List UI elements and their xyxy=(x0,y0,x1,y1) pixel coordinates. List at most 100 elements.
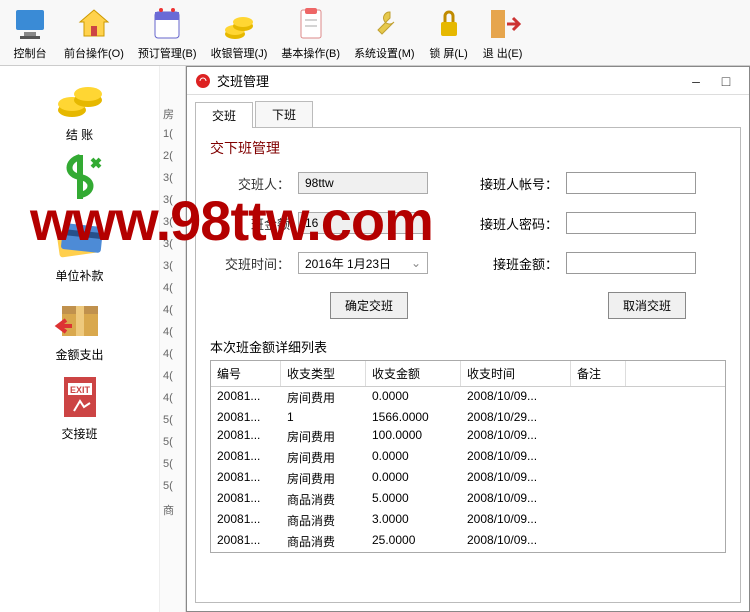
ruler-mark: 5( xyxy=(160,480,185,502)
ruler-mark: 3( xyxy=(160,194,185,216)
table-row[interactable]: 20081...商品消费25.00002008/10/09... xyxy=(211,531,725,552)
col-header[interactable]: 收支金额 xyxy=(366,361,461,386)
cell xyxy=(571,387,626,408)
cell: 商品消费 xyxy=(281,489,366,510)
cell: 2008/10/09... xyxy=(461,489,571,510)
toolbar-label: 系统设置(M) xyxy=(354,45,415,61)
sidebar-card[interactable]: 单位补款 xyxy=(50,211,110,284)
minimize-button[interactable]: – xyxy=(681,73,711,89)
ruler-mark: 4( xyxy=(160,282,185,304)
toolbar-label: 预订管理(B) xyxy=(138,45,197,61)
cell: 5.0000 xyxy=(366,489,461,510)
table-row[interactable]: 20081...商品消费5.00002008/10/09... xyxy=(211,489,725,510)
sidebar-exitdoor[interactable]: EXIT交接班 xyxy=(50,369,110,442)
cell: 2008/10/09... xyxy=(461,426,571,447)
table-row[interactable]: 20081...房间费用0.00002008/10/09... xyxy=(211,447,725,468)
cashier-icon xyxy=(219,4,259,44)
cell: 2008/10/09... xyxy=(461,468,571,489)
ruler-mark: 5( xyxy=(160,436,185,458)
toolbar-cashier[interactable]: 收银管理(J) xyxy=(205,2,274,63)
cell xyxy=(571,510,626,531)
coins-icon xyxy=(50,70,110,124)
cell: 25.0000 xyxy=(366,531,461,552)
toolbar-exit[interactable]: 退 出(E) xyxy=(477,2,529,63)
main-toolbar: 控制台前台操作(O) 预订管理(B) 收银管理(J) 基本操作(B) 系统设置(M) 锁 … xyxy=(0,0,750,66)
toolbar-lock[interactable]: 锁 屏(L) xyxy=(423,2,475,63)
cell: 3.0000 xyxy=(366,510,461,531)
cell xyxy=(571,468,626,489)
toolbar-label: 收银管理(J) xyxy=(211,45,268,61)
shift-amount-label: 班金额 xyxy=(210,214,290,233)
maximize-button[interactable]: □ xyxy=(711,73,741,89)
ruler-mark: 4( xyxy=(160,370,185,392)
toolbar-clipboard[interactable]: 基本操作(B) xyxy=(275,2,346,63)
toolbar-label: 控制台 xyxy=(14,45,47,61)
cell xyxy=(571,426,626,447)
table-row[interactable]: 20081...房间费用0.00002008/10/09... xyxy=(211,468,725,489)
cell: 房间费用 xyxy=(281,468,366,489)
ruler-mark: 商 xyxy=(160,502,185,524)
sidebar-dollar[interactable] xyxy=(50,149,110,205)
recv-account-label: 接班人帐号： xyxy=(468,174,558,193)
cell: 100.0000 xyxy=(366,426,461,447)
table-row[interactable]: 20081...11566.00002008/10/29... xyxy=(211,408,725,426)
confirm-shift-button[interactable]: 确定交班 xyxy=(330,292,408,319)
exitdoor-icon: EXIT xyxy=(50,369,110,423)
sidebar-box[interactable]: 金额支出 xyxy=(50,290,110,363)
detail-table: 编号收支类型收支金额收支时间备注 20081...房间费用0.00002008/… xyxy=(210,360,726,553)
dialog-title: 交班管理 xyxy=(217,71,681,90)
cell: 房间费用 xyxy=(281,426,366,447)
cell: 20081... xyxy=(211,387,281,408)
tab-1[interactable]: 下班 xyxy=(255,101,313,127)
cell: 20081... xyxy=(211,426,281,447)
col-header[interactable]: 收支类型 xyxy=(281,361,366,386)
cell: 0.0000 xyxy=(366,468,461,489)
cell: 2008/10/09... xyxy=(461,531,571,552)
tab-0[interactable]: 交班 xyxy=(195,102,253,128)
recv-amount-input[interactable] xyxy=(566,252,696,274)
cell: 20081... xyxy=(211,489,281,510)
cell xyxy=(571,531,626,552)
toolbar-label: 退 出(E) xyxy=(483,45,523,61)
cancel-shift-button[interactable]: 取消交班 xyxy=(608,292,686,319)
monitor-icon xyxy=(10,4,50,44)
ruler-mark: 4( xyxy=(160,392,185,414)
toolbar-calendar[interactable]: 预订管理(B) xyxy=(132,2,203,63)
ruler-mark: 4( xyxy=(160,304,185,326)
ruler-mark: 3( xyxy=(160,216,185,238)
cell: 2008/10/09... xyxy=(461,387,571,408)
toolbar-monitor[interactable]: 控制台 xyxy=(4,2,56,63)
toolbar-home[interactable]: 前台操作(O) xyxy=(58,2,130,63)
table-row[interactable]: 20081...房间费用100.00002008/10/09... xyxy=(211,426,725,447)
shift-person-input[interactable] xyxy=(298,172,428,194)
col-header[interactable]: 备注 xyxy=(571,361,626,386)
cell xyxy=(571,408,626,426)
recv-amount-label: 接班金额： xyxy=(468,254,558,273)
table-row[interactable]: 20081...房间费用0.00002008/10/09... xyxy=(211,387,725,408)
table-header: 编号收支类型收支金额收支时间备注 xyxy=(211,361,725,387)
table-body: 20081...房间费用0.00002008/10/09...20081...1… xyxy=(211,387,725,552)
recv-password-input[interactable] xyxy=(566,212,696,234)
col-header[interactable]: 收支时间 xyxy=(461,361,571,386)
recv-account-input[interactable] xyxy=(566,172,696,194)
sidebar-coins[interactable]: 结 账 xyxy=(50,70,110,143)
home-icon xyxy=(74,4,114,44)
cell: 0.0000 xyxy=(366,447,461,468)
cell: 商品消费 xyxy=(281,510,366,531)
cell: 0.0000 xyxy=(366,387,461,408)
cell: 20081... xyxy=(211,447,281,468)
col-header[interactable]: 编号 xyxy=(211,361,281,386)
shift-amount-input[interactable] xyxy=(298,212,428,234)
chevron-down-icon: ⌄ xyxy=(411,256,421,270)
cell xyxy=(571,489,626,510)
ruler-mark: 5( xyxy=(160,458,185,480)
cell: 房间费用 xyxy=(281,387,366,408)
table-row[interactable]: 20081...商品消费3.00002008/10/09... xyxy=(211,510,725,531)
card-icon xyxy=(50,211,110,265)
shift-time-picker[interactable]: 2016年 1月23日 ⌄ xyxy=(298,252,428,274)
cell: 1566.0000 xyxy=(366,408,461,426)
shift-time-value: 2016年 1月23日 xyxy=(305,255,391,272)
toolbar-label: 基本操作(B) xyxy=(281,45,340,61)
sidebar-label: 金额支出 xyxy=(55,346,103,363)
toolbar-wrench[interactable]: 系统设置(M) xyxy=(348,2,421,63)
